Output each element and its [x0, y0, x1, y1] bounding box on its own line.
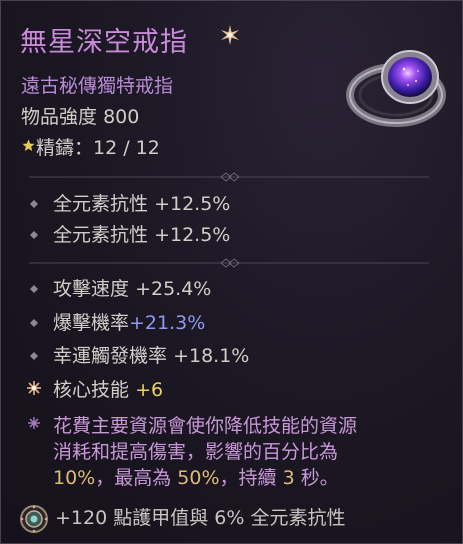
- masterwork: 精鑄：12 / 12: [36, 133, 160, 160]
- item-name: 無星深空戒指: [20, 27, 188, 58]
- aspect-text-segment: ，最高為: [95, 467, 172, 489]
- stat-label: 爆擊機率: [53, 312, 130, 334]
- stat-label: 全元素抗性: [53, 193, 149, 215]
- aspect-text-segment: 秒。: [300, 467, 339, 489]
- stat-value: +12.5%: [154, 224, 231, 246]
- stat-label: 幸運觸發機率: [53, 345, 168, 367]
- affix-stat: 幸運觸發機率 +18.1%: [53, 341, 249, 368]
- aspect-value-max: 50%: [177, 467, 220, 489]
- implicit-stat: 全元素抗性 +12.5%: [53, 189, 230, 216]
- masterwork-value: 12 / 12: [93, 137, 160, 159]
- aspect-line-1: 花費主要資源會使你降低技能的資源: [53, 415, 358, 437]
- aspect-line-2: 消耗和提高傷害，影響的百分比為: [53, 441, 339, 463]
- diamond-bullet-icon: [30, 285, 38, 293]
- implicit-stat: 全元素抗性 +12.5%: [53, 220, 230, 247]
- aspect-line-3: 10%，最高為 50%，持續 3 秒。: [53, 465, 453, 491]
- diamond-bullet-icon: [30, 231, 38, 239]
- stat-label: 攻擊速度: [53, 278, 130, 300]
- item-power-value: 800: [103, 106, 140, 128]
- gem-socket-icon: [20, 505, 48, 533]
- divider: [29, 258, 429, 268]
- stat-label: 全元素抗性: [53, 224, 149, 246]
- affix-stat: 攻擊速度 +25.4%: [53, 274, 211, 301]
- masterwork-label: 精鑄：: [36, 137, 94, 159]
- diamond-bullet-icon: [30, 319, 38, 327]
- item-power-label: 物品強度: [21, 106, 98, 128]
- item-power: 物品強度 800: [21, 102, 139, 129]
- stat-value: +18.1%: [173, 345, 250, 367]
- rune-icon: [28, 417, 40, 429]
- stat-value: +21.3%: [129, 312, 206, 334]
- skill-rank-stat: 核心技能 +6: [53, 375, 163, 402]
- aspect-value-pct: 10%: [53, 467, 96, 489]
- unique-aspect-description: 花費主要資源會使你降低技能的資源 消耗和提高傷害，影響的百分比為 10%，最高為…: [53, 413, 453, 491]
- masterwork-star-icon: [22, 139, 35, 151]
- aspect-value-duration: 3: [282, 467, 295, 489]
- stat-value: +25.4%: [135, 278, 212, 300]
- diamond-bullet-icon: [30, 352, 38, 360]
- socket-bonus: +120 點護甲值與 6% 全元素抗性: [55, 507, 346, 529]
- aspect-text-segment: ，持續: [219, 467, 277, 489]
- item-type: 遠古秘傳獨特戒指: [21, 75, 174, 97]
- item-tooltip: 無星深空戒指 遠古秘傳獨特戒指 物品強度 800 精鑄：12 / 12 全元素抗…: [0, 0, 463, 544]
- ring-item-image: [346, 50, 446, 127]
- rarity-star-icon: [221, 25, 239, 45]
- affix-stat-greater: 爆擊機率+21.3%: [53, 308, 205, 335]
- stat-value: +12.5%: [154, 193, 231, 215]
- stat-label: 核心技能: [53, 379, 130, 401]
- stat-value: +6: [135, 379, 164, 401]
- divider: [29, 172, 429, 182]
- diamond-bullet-icon: [30, 200, 38, 208]
- sun-burst-icon: [27, 381, 41, 395]
